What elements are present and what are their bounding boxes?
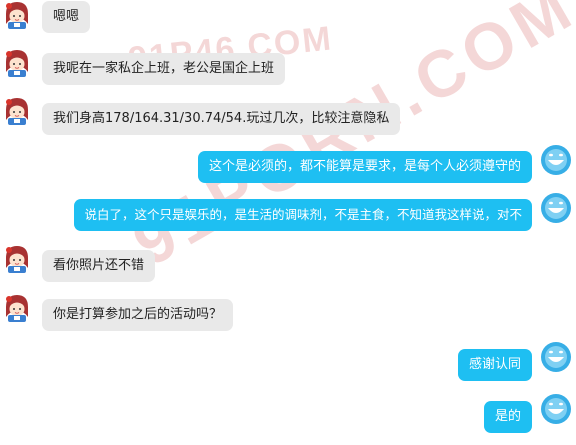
chat-message-incoming: 我呢在一家私企上班，老公是国企上班	[0, 50, 576, 94]
chat-message-incoming: 你是打算参加之后的活动吗？	[0, 299, 576, 343]
girl-avatar-icon[interactable]	[2, 48, 32, 78]
message-bubble[interactable]: 是的	[483, 401, 532, 433]
message-bubble[interactable]: 我呢在一家私企上班，老公是国企上班	[42, 53, 286, 85]
message-bubble[interactable]: 我们身高178/164.31/30.74/54.玩过几次，比较注意隐私	[42, 103, 401, 135]
message-bubble[interactable]: 感谢认同	[457, 349, 532, 381]
smiley-avatar-icon[interactable]	[540, 341, 572, 373]
message-bubble[interactable]: 嗯嗯	[42, 1, 91, 33]
message-bubble[interactable]: 看你照片还不错	[42, 250, 156, 282]
smiley-avatar-icon[interactable]	[540, 393, 572, 425]
message-bubble[interactable]: 你是打算参加之后的活动吗？	[42, 299, 234, 331]
chat-message-incoming: 看你照片还不错	[0, 250, 576, 294]
girl-avatar-icon[interactable]	[2, 293, 32, 323]
chat-message-outgoing: 感谢认同	[0, 349, 576, 393]
smiley-avatar-icon[interactable]	[540, 192, 572, 224]
message-bubble[interactable]: 说白了，这个只是娱乐的，是生活的调味剂，不是主食，不知道我这样说，对不	[74, 199, 532, 231]
girl-avatar-icon[interactable]	[2, 0, 32, 30]
girl-avatar-icon[interactable]	[2, 244, 32, 274]
chat-message-incoming: 嗯嗯	[0, 0, 576, 44]
chat-message-outgoing: 这个是必须的，都不能算是要求，是每个人必须遵守的	[0, 148, 576, 192]
chat-message-outgoing: 说白了，这个只是娱乐的，是生活的调味剂，不是主食，不知道我这样说，对不	[0, 196, 576, 240]
chat-message-incoming: 我们身高178/164.31/30.74/54.玩过几次，比较注意隐私	[0, 100, 576, 144]
smiley-avatar-icon[interactable]	[540, 144, 572, 176]
chat-message-outgoing: 是的	[0, 401, 576, 445]
girl-avatar-icon[interactable]	[2, 96, 32, 126]
message-bubble[interactable]: 这个是必须的，都不能算是要求，是每个人必须遵守的	[197, 151, 532, 183]
